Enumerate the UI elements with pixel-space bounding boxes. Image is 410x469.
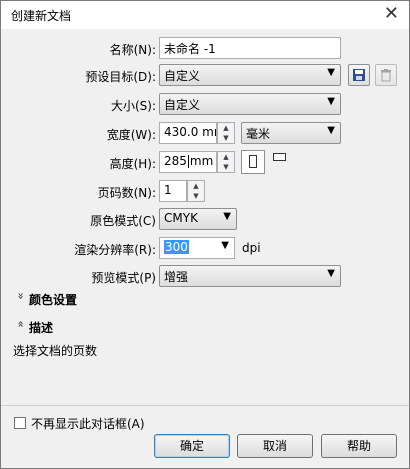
chevron-down-icon: ▼ bbox=[221, 240, 229, 251]
width-stepper[interactable]: ▲ ▼ bbox=[217, 122, 235, 144]
preview-mode-select[interactable]: 增强 ▼ bbox=[159, 265, 341, 287]
chevron-down-icon: ▼ bbox=[327, 268, 335, 279]
dont-show-checkbox[interactable] bbox=[14, 417, 26, 429]
resolution-select[interactable]: 300 ▼ bbox=[159, 237, 235, 259]
size-select[interactable]: 自定义 ▼ bbox=[159, 93, 341, 115]
save-preset-icon[interactable] bbox=[348, 64, 370, 86]
height-value-before: 285 bbox=[164, 154, 187, 168]
collapse-icon: « bbox=[14, 320, 28, 328]
stepper-down-icon[interactable]: ▼ bbox=[218, 133, 234, 143]
color-mode-select[interactable]: CMYK ▼ bbox=[159, 208, 237, 230]
color-mode-label: 原色模式(C) bbox=[90, 214, 156, 228]
color-settings-section[interactable]: » 颜色设置 bbox=[13, 291, 78, 308]
pages-input[interactable]: 1 bbox=[159, 180, 187, 202]
height-label: 高度(H): bbox=[109, 157, 156, 171]
portrait-page-shape bbox=[249, 155, 257, 168]
stepper-up-icon[interactable]: ▲ bbox=[188, 181, 204, 191]
resolution-label: 渲染分辨率(R): bbox=[74, 243, 156, 257]
description-section[interactable]: «描述 bbox=[13, 319, 54, 336]
color-mode-value: CMYK bbox=[164, 211, 198, 225]
help-button[interactable]: 帮助 bbox=[321, 434, 397, 458]
height-value-after: mm bbox=[189, 154, 214, 168]
cancel-button[interactable]: 取消 bbox=[237, 434, 313, 458]
stepper-up-icon[interactable]: ▲ bbox=[218, 152, 234, 162]
expand-icon: » bbox=[14, 292, 28, 300]
chevron-down-icon: ▼ bbox=[223, 211, 231, 222]
stepper-up-icon[interactable]: ▲ bbox=[218, 123, 234, 133]
name-input[interactable]: 未命名 -1 bbox=[159, 37, 341, 59]
dialog-title: 创建新文档 bbox=[11, 9, 72, 23]
height-input[interactable]: 285 mm bbox=[159, 151, 217, 173]
width-label: 宽度(W): bbox=[106, 128, 156, 142]
stepper-down-icon[interactable]: ▼ bbox=[218, 162, 234, 172]
size-value: 自定义 bbox=[164, 98, 201, 112]
unit-value: 毫米 bbox=[246, 127, 271, 141]
width-input[interactable]: 430.0 mm bbox=[159, 122, 217, 144]
text-caret bbox=[187, 155, 189, 168]
stepper-down-icon[interactable]: ▼ bbox=[188, 191, 204, 201]
preset-value: 自定义 bbox=[164, 69, 201, 83]
name-label: 名称(N): bbox=[109, 43, 156, 57]
description-label: 描述 bbox=[29, 321, 54, 335]
chevron-down-icon: ▼ bbox=[327, 67, 335, 78]
delete-preset-icon[interactable] bbox=[375, 64, 397, 86]
preview-mode-value: 增强 bbox=[164, 270, 189, 284]
chevron-down-icon: ▼ bbox=[327, 96, 335, 107]
pages-stepper[interactable]: ▲ ▼ bbox=[187, 180, 205, 202]
footer-divider bbox=[1, 405, 409, 406]
preview-mode-label: 预览模式(P) bbox=[91, 271, 156, 285]
ok-button[interactable]: 确定 bbox=[154, 434, 230, 458]
chevron-down-icon: ▼ bbox=[327, 125, 335, 136]
pages-label: 页码数(N): bbox=[97, 186, 156, 200]
color-settings-label: 颜色设置 bbox=[29, 293, 78, 307]
height-stepper[interactable]: ▲ ▼ bbox=[217, 151, 235, 173]
title-bar: 创建新文档 ✕ bbox=[1, 1, 409, 29]
size-label: 大小(S): bbox=[110, 99, 156, 113]
description-text: 选择文档的页数 bbox=[13, 344, 98, 358]
portrait-icon[interactable] bbox=[241, 150, 265, 174]
preset-label: 预设目标(D): bbox=[85, 70, 156, 84]
resolution-unit: dpi bbox=[242, 241, 261, 255]
dont-show-label: 不再显示此对话框(A) bbox=[31, 417, 145, 431]
resolution-value: 300 bbox=[164, 240, 189, 254]
unit-select[interactable]: 毫米 ▼ bbox=[241, 122, 341, 144]
create-document-dialog: 创建新文档 ✕ 名称(N): 未命名 -1 预设目标(D): 自定义 ▼ 大小(… bbox=[0, 0, 410, 469]
close-icon[interactable]: ✕ bbox=[384, 3, 399, 25]
preset-select[interactable]: 自定义 ▼ bbox=[159, 64, 341, 86]
landscape-icon[interactable] bbox=[273, 153, 286, 161]
